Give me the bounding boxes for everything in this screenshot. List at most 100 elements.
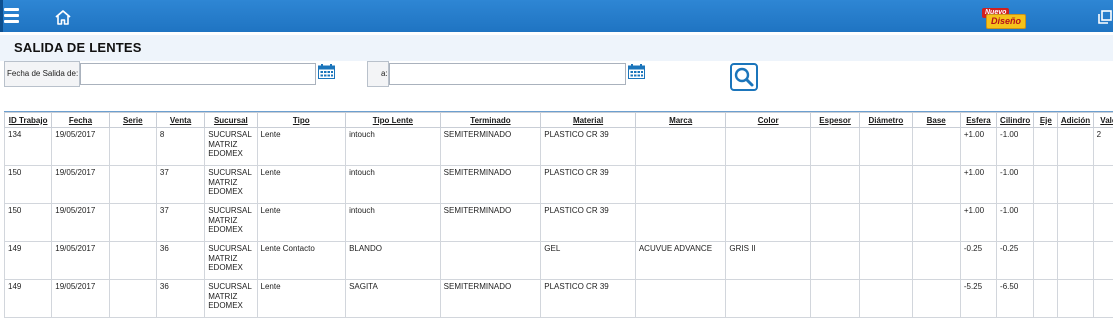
table-cell: PLASTICO CR 39 [541, 280, 636, 318]
column-header[interactable]: Eje [1034, 113, 1058, 128]
table-row[interactable]: 14919/05/2017 36SUCURSAL MATRIZ EDOMEXLen… [5, 242, 1113, 280]
results-table: ID TrabajoFechaSerieVentaSucursalTipoTip… [4, 112, 1113, 318]
table-cell: SUCURSAL MATRIZ EDOMEX [205, 242, 257, 280]
column-header[interactable]: Vale [1093, 113, 1113, 128]
table-cell [1058, 204, 1093, 242]
column-header[interactable]: Esfera [960, 113, 996, 128]
page-title: SALIDA DE LENTES [14, 40, 142, 55]
table-cell [810, 166, 859, 204]
table-cell: 134 [5, 128, 52, 166]
badge-bottom-text: Diseño [986, 14, 1026, 29]
column-header[interactable]: Color [726, 113, 811, 128]
table-cell: 8 [156, 128, 204, 166]
column-header[interactable]: Espesor [810, 113, 859, 128]
table-cell: Lente [257, 166, 346, 204]
table-cell: Lente [257, 204, 346, 242]
from-date-input[interactable] [80, 63, 316, 85]
column-header[interactable]: ID Trabajo [5, 113, 52, 128]
table-cell [860, 204, 912, 242]
table-cell [810, 204, 859, 242]
table-cell: -5.25 [960, 280, 996, 318]
table-cell [726, 280, 811, 318]
table-cell: 150 [5, 166, 52, 204]
table-cell: GEL [541, 242, 636, 280]
table-cell [810, 128, 859, 166]
table-cell [726, 204, 811, 242]
table-row[interactable]: 15019/05/201737SUCURSAL MATRIZ EDOMEXLen… [5, 166, 1113, 204]
table-header-row: ID TrabajoFechaSerieVentaSucursalTipoTip… [5, 113, 1113, 128]
table-cell: +1.00 [960, 204, 996, 242]
table-cell: intouch [346, 166, 441, 204]
table-cell: SUCURSAL MATRIZ EDOMEX [205, 204, 257, 242]
column-header[interactable]: Marca [635, 113, 726, 128]
table-cell: 36 [156, 242, 204, 280]
results-table-container: ID TrabajoFechaSerieVentaSucursalTipoTip… [4, 111, 1113, 319]
table-cell [635, 204, 726, 242]
table-cell [635, 166, 726, 204]
table-cell: PLASTICO CR 39 [541, 166, 636, 204]
window-restore-icon[interactable] [1098, 10, 1112, 24]
table-cell: 149 [5, 242, 52, 280]
column-header[interactable]: Venta [156, 113, 204, 128]
table-cell [912, 166, 960, 204]
table-cell: intouch [346, 204, 441, 242]
table-cell [912, 242, 960, 280]
nuevo-diseno-badge[interactable]: Nuevo Diseño [982, 8, 1024, 28]
table-cell [1093, 280, 1113, 318]
to-date-input[interactable] [389, 63, 626, 85]
table-cell [912, 280, 960, 318]
table-cell: SUCURSAL MATRIZ EDOMEX [205, 128, 257, 166]
table-cell: SUCURSAL MATRIZ EDOMEX [205, 166, 257, 204]
column-header[interactable]: Terminado [440, 113, 541, 128]
table-cell: -0.25 [997, 242, 1034, 280]
table-row[interactable]: 14919/05/201736SUCURSAL MATRIZ EDOMEXLen… [5, 280, 1113, 318]
table-cell: 19/05/2017 [52, 204, 109, 242]
column-header[interactable]: Tipo Lente [346, 113, 441, 128]
column-header[interactable]: Diámetro [860, 113, 912, 128]
calendar-icon[interactable] [318, 64, 335, 79]
search-icon [732, 65, 756, 89]
column-header[interactable]: Adición [1058, 113, 1093, 128]
column-header[interactable]: Sucursal [205, 113, 257, 128]
table-row[interactable]: 13419/05/20178SUCURSAL MATRIZ EDOMEXLent… [5, 128, 1113, 166]
table-cell [860, 166, 912, 204]
table-cell [1058, 280, 1093, 318]
table-cell [860, 128, 912, 166]
table-row[interactable]: 15019/05/2017 37SUCURSAL MATRIZ EDOMEXLen… [5, 204, 1113, 242]
table-cell: Lente [257, 128, 346, 166]
table-cell: SUCURSAL MATRIZ EDOMEX [205, 280, 257, 318]
column-header[interactable]: Serie [109, 113, 156, 128]
table-cell: SEMITERMINADO [440, 204, 541, 242]
calendar-icon[interactable] [628, 64, 645, 79]
table-cell [1034, 204, 1058, 242]
table-cell: SEMITERMINADO [440, 166, 541, 204]
table-cell [912, 204, 960, 242]
table-cell [109, 280, 156, 318]
table-cell [726, 166, 811, 204]
table-cell: PLASTICO CR 39 [541, 128, 636, 166]
search-button[interactable] [730, 63, 758, 91]
table-cell: Lente Contacto [257, 242, 346, 280]
column-header[interactable]: Fecha [52, 113, 109, 128]
table-cell: 150 [5, 204, 52, 242]
table-cell: SEMITERMINADO [440, 280, 541, 318]
home-icon[interactable] [55, 10, 71, 25]
table-cell: intouch [346, 128, 441, 166]
table-cell: 2 [1093, 128, 1113, 166]
table-cell [1093, 204, 1113, 242]
table-cell [726, 128, 811, 166]
column-header[interactable]: Cilindro [997, 113, 1034, 128]
table-cell [1093, 166, 1113, 204]
table-cell: 19/05/2017 [52, 242, 109, 280]
table-cell [109, 166, 156, 204]
table-cell: 37 [156, 204, 204, 242]
column-header[interactable]: Material [541, 113, 636, 128]
table-cell [860, 280, 912, 318]
column-header[interactable]: Base [912, 113, 960, 128]
table-cell: 37 [156, 166, 204, 204]
table-cell [1034, 166, 1058, 204]
column-header[interactable]: Tipo [257, 113, 346, 128]
table-body: 13419/05/20178SUCURSAL MATRIZ EDOMEXLent… [5, 128, 1113, 318]
table-cell [810, 242, 859, 280]
menu-icon[interactable] [4, 8, 19, 24]
